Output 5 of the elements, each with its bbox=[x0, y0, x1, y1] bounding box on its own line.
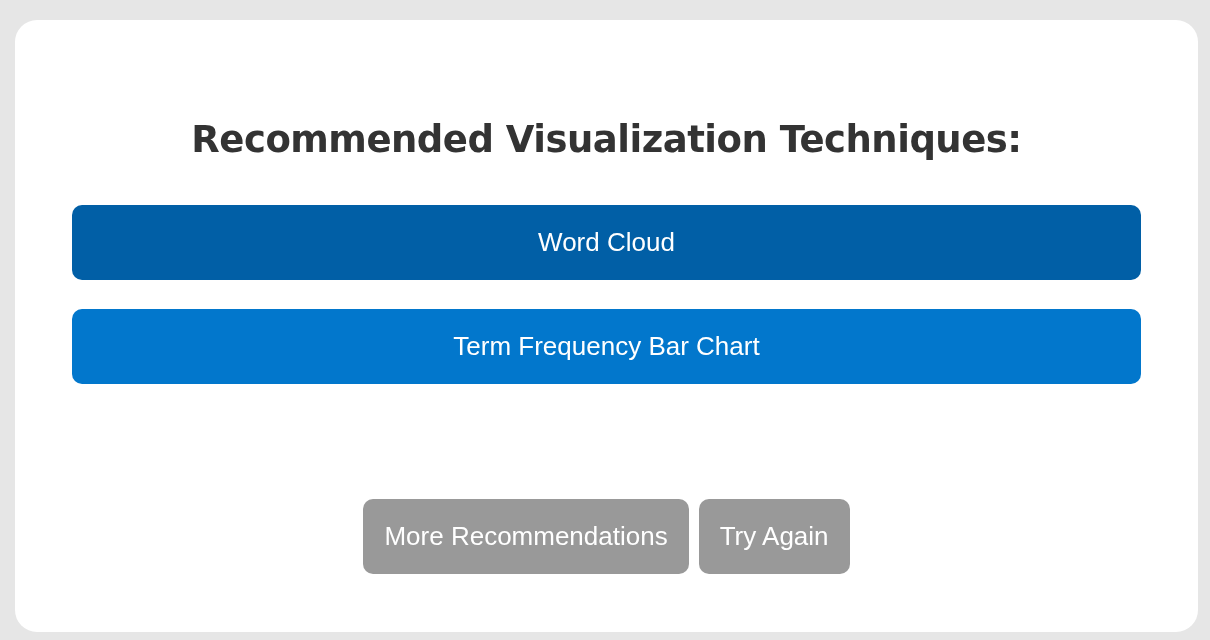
action-button[interactable]: More Recommendations bbox=[363, 499, 689, 574]
recommendation-button[interactable]: Word Cloud bbox=[72, 205, 1141, 280]
recommendation-button[interactable]: Term Frequency Bar Chart bbox=[72, 309, 1141, 384]
heading: Recommended Visualization Techniques: bbox=[190, 118, 1023, 161]
action-button[interactable]: Try Again bbox=[698, 499, 850, 574]
